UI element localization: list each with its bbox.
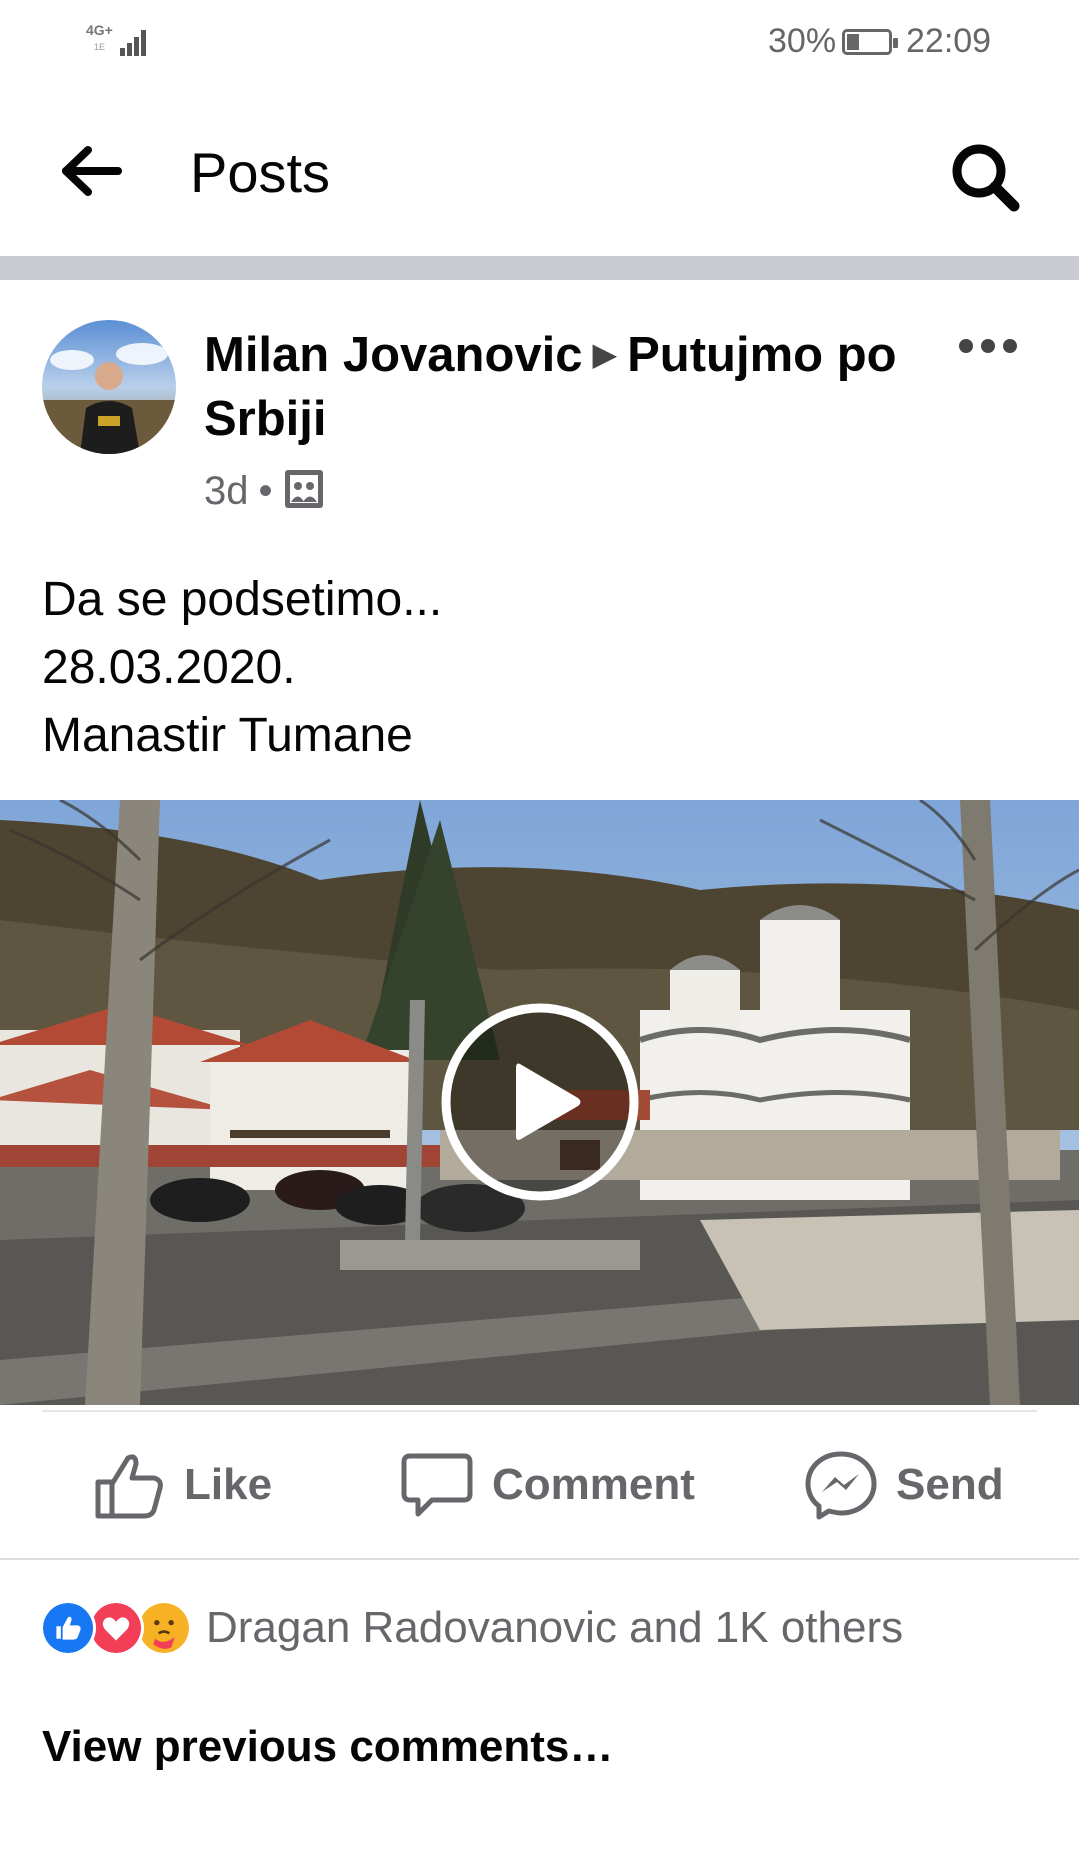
- messenger-icon: [805, 1451, 877, 1520]
- back-arrow-icon[interactable]: [62, 146, 124, 196]
- send-label: Send: [896, 1460, 1004, 1509]
- post-text-line: Da se podsetimo...: [42, 573, 443, 626]
- post-meta: 3d •: [204, 468, 325, 516]
- play-icon[interactable]: [440, 1002, 640, 1202]
- section-divider: [0, 256, 1079, 280]
- post-author-line: Milan Jovanovic ▶ Putujmo po Srbiji: [204, 322, 904, 451]
- view-previous-comments-link[interactable]: View previous comments…: [42, 1722, 613, 1772]
- clock: 22:09: [906, 22, 992, 60]
- reactions-summary-text: Dragan Radovanovic and 1K others: [206, 1603, 904, 1652]
- meta-dot: •: [258, 469, 273, 513]
- page-title: Posts: [190, 141, 331, 204]
- like-reaction-icon: [40, 1600, 96, 1656]
- comment-button[interactable]: Comment: [400, 1450, 695, 1520]
- author-name[interactable]: Milan Jovanovic: [204, 328, 583, 382]
- post-actions: Like Comment Send: [0, 1412, 1079, 1558]
- like-button[interactable]: Like: [92, 1450, 272, 1520]
- search-icon[interactable]: [948, 140, 1022, 214]
- author-avatar[interactable]: [42, 320, 176, 454]
- battery-percentage: 30%: [768, 22, 837, 60]
- battery-icon: [842, 29, 898, 55]
- post-age[interactable]: 3d: [204, 469, 249, 513]
- actions-divider: [0, 1558, 1079, 1560]
- network-type: 4G+: [86, 22, 113, 38]
- care-reaction-icon: [136, 1600, 192, 1656]
- more-options-icon[interactable]: [958, 336, 1018, 356]
- reaction-summary[interactable]: Dragan Radovanovic and 1K others: [40, 1598, 903, 1658]
- network-subtype: 1E: [94, 42, 106, 52]
- post-text-line: Manastir Tumane: [42, 709, 413, 762]
- signal-strength-icon: 4G+ 1E: [86, 22, 148, 58]
- top-app-bar: Posts: [0, 84, 1079, 256]
- post-text-line: 28.03.2020.: [42, 641, 296, 694]
- group-separator-icon: ▶: [592, 336, 618, 372]
- post-body: Da se podsetimo... 28.03.2020. Manastir …: [42, 566, 442, 770]
- love-reaction-icon: [88, 1600, 144, 1656]
- send-button[interactable]: Send: [804, 1450, 1004, 1520]
- status-bar: 4G+ 1E 30% 22:09: [0, 0, 1079, 84]
- like-label: Like: [184, 1460, 273, 1509]
- comment-icon: [401, 1453, 473, 1517]
- comment-label: Comment: [492, 1460, 695, 1509]
- like-icon: [95, 1454, 163, 1519]
- photo-album-icon: [284, 470, 323, 508]
